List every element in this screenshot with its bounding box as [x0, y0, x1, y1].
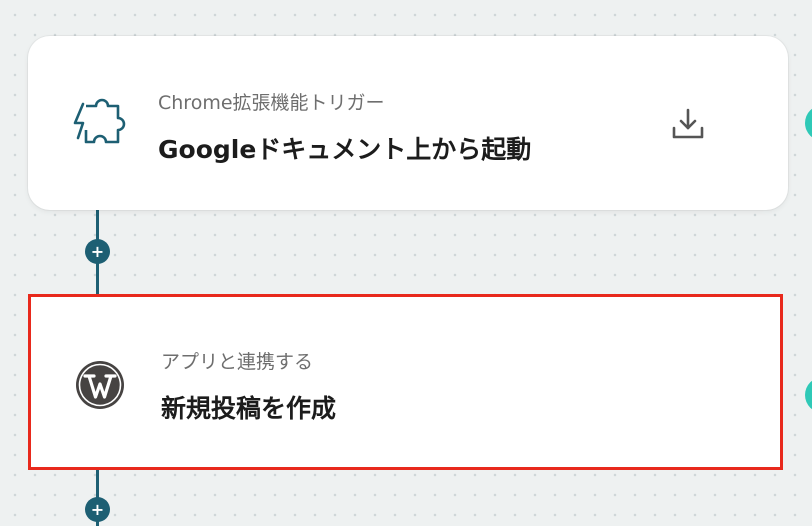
step-app-label: Chrome拡張機能トリガー [158, 92, 385, 114]
step-status-dot [805, 105, 812, 141]
step-title: Googleドキュメント上から起動 [158, 135, 532, 164]
action-step-card[interactable]: アプリと連携する 新規投稿を作成 [28, 294, 783, 470]
add-step-button[interactable]: + [85, 239, 110, 264]
trigger-step-card[interactable]: Chrome拡張機能トリガー Googleドキュメント上から起動 [28, 36, 788, 210]
download-icon[interactable] [668, 104, 708, 144]
step-title: 新規投稿を作成 [161, 394, 337, 423]
wordpress-logo-icon [76, 361, 124, 409]
add-step-button[interactable]: + [85, 497, 110, 522]
step-status-dot [805, 377, 812, 413]
puzzle-lightning-icon [73, 98, 126, 144]
step-app-label: アプリと連携する [161, 351, 314, 373]
